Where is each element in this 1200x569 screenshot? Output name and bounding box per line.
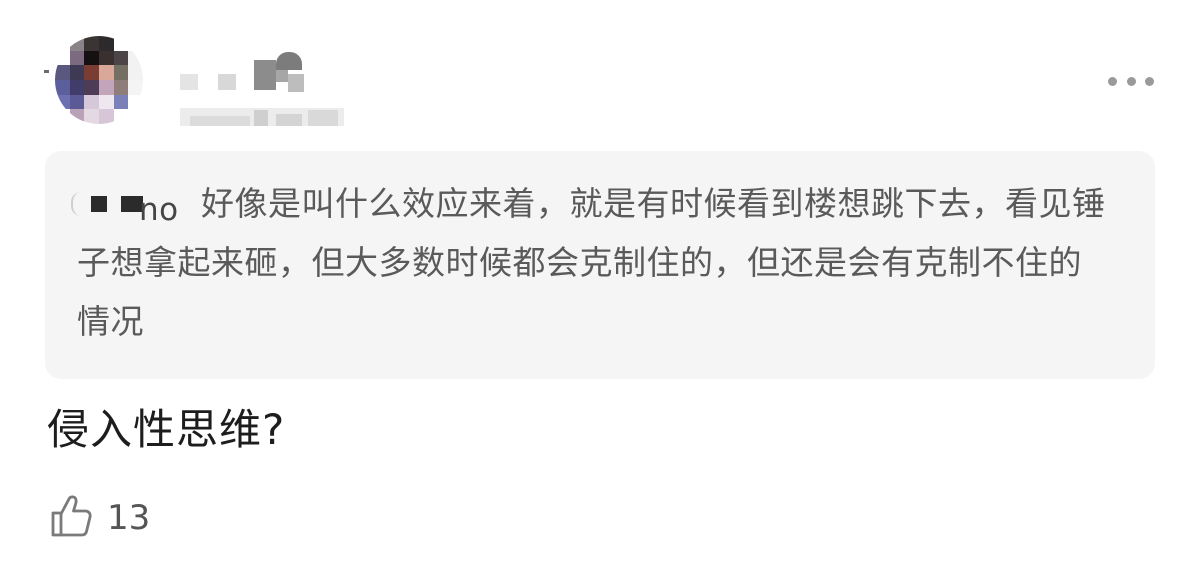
thumbs-up-icon	[49, 493, 93, 543]
comment-body: 侵入性思维?	[47, 405, 286, 454]
like-button[interactable]: 13	[49, 493, 150, 543]
like-count: 13	[107, 498, 151, 538]
more-horizontal-icon	[1108, 76, 1117, 86]
quoted-comment[interactable]: no 好像是叫什么效应来着，就是有时候看到楼想跳下去，看见锤子想拿起来砸，但大多数…	[45, 151, 1155, 379]
quoted-author-suffix: no	[139, 192, 179, 228]
post-meta-blurred	[180, 106, 344, 128]
username-blurred[interactable]	[180, 52, 310, 96]
avatar-marker	[44, 70, 49, 73]
avatar[interactable]	[55, 36, 143, 124]
quoted-comment-text: no 好像是叫什么效应来着，就是有时候看到楼想跳下去，看见锤子想拿起来砸，但大多数…	[71, 174, 1115, 351]
quoted-body: 好像是叫什么效应来着，就是有时候看到楼想跳下去，看见锤子想拿起来砸，但大多数时候…	[77, 184, 1106, 341]
more-options-button[interactable]	[1108, 70, 1154, 92]
quoted-author-blurred[interactable]: no	[71, 188, 201, 228]
